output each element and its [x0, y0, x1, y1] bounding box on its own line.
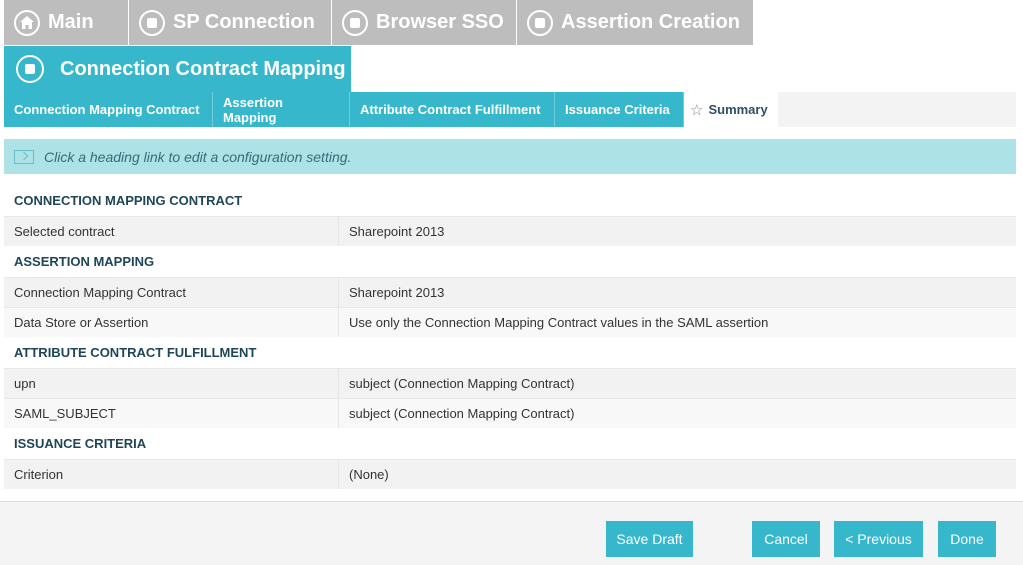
tab-strip-background — [778, 92, 1016, 127]
table-row: upn subject (Connection Mapping Contract… — [4, 368, 1016, 398]
circle-stop-icon — [527, 9, 553, 36]
tab-attribute-contract-fulfillment[interactable]: Attribute Contract Fulfillment — [350, 92, 555, 127]
tab-label: Issuance Criteria — [565, 102, 670, 117]
tab-assertion-mapping[interactable]: Assertion Mapping — [213, 92, 350, 127]
row-key: upn — [4, 369, 339, 398]
circle-stop-icon — [16, 55, 44, 83]
table-row: Data Store or Assertion Use only the Con… — [4, 307, 1016, 337]
row-value: Use only the Connection Mapping Contract… — [349, 315, 769, 330]
table-row: Criterion (None) — [4, 459, 1016, 489]
heading-connection-mapping-contract[interactable]: CONNECTION MAPPING CONTRACT — [4, 185, 1016, 216]
breadcrumb-label: Main — [48, 11, 94, 33]
row-key: Criterion — [4, 460, 339, 489]
tab-label: Attribute Contract Fulfillment — [360, 102, 541, 117]
tab-label: Summary — [708, 102, 768, 117]
table-row: Selected contract Sharepoint 2013 — [4, 216, 1016, 246]
info-banner: Click a heading link to edit a configura… — [4, 139, 1016, 174]
breadcrumb-browser-sso[interactable]: Browser SSO — [332, 0, 517, 45]
breadcrumb-label: Assertion Creation — [561, 11, 740, 33]
section-header: Connection Contract Mapping — [4, 46, 351, 92]
breadcrumb: Main SP Connection Browser SSO Assertion… — [4, 0, 754, 45]
tab-label: Assertion Mapping — [223, 94, 283, 125]
breadcrumb-sp-connection[interactable]: SP Connection — [129, 0, 332, 45]
tab-label: Connection Mapping Contract — [14, 102, 200, 117]
cancel-button[interactable]: Cancel — [752, 521, 820, 557]
table-row: SAML_SUBJECT subject (Connection Mapping… — [4, 398, 1016, 428]
row-key: Data Store or Assertion — [4, 308, 339, 337]
row-key: Connection Mapping Contract — [4, 278, 339, 307]
row-value: subject (Connection Mapping Contract) — [349, 406, 575, 421]
breadcrumb-label: Browser SSO — [376, 11, 504, 33]
done-button[interactable]: Done — [938, 521, 996, 557]
summary-table: CONNECTION MAPPING CONTRACT Selected con… — [4, 185, 1016, 489]
wizard-tabs: Connection Mapping Contract Assertion Ma… — [4, 92, 778, 127]
breadcrumb-label: SP Connection — [173, 11, 315, 33]
tab-issuance-criteria[interactable]: Issuance Criteria — [555, 92, 684, 127]
heading-assertion-mapping[interactable]: ASSERTION MAPPING — [4, 246, 1016, 277]
tab-summary[interactable]: ☆ Summary — [684, 92, 778, 127]
circle-stop-icon — [342, 9, 368, 36]
section-title: Connection Contract Mapping — [60, 57, 346, 80]
row-key: Selected contract — [4, 217, 339, 246]
home-icon — [14, 9, 40, 36]
row-value: subject (Connection Mapping Contract) — [349, 376, 575, 391]
row-value: Sharepoint 2013 — [349, 224, 445, 239]
row-value: Sharepoint 2013 — [349, 285, 445, 300]
heading-attribute-contract-fulfillment[interactable]: ATTRIBUTE CONTRACT FULFILLMENT — [4, 337, 1016, 368]
breadcrumb-main[interactable]: Main — [4, 0, 129, 45]
star-icon: ☆ — [690, 101, 704, 119]
table-row: Connection Mapping Contract Sharepoint 2… — [4, 277, 1016, 307]
previous-button[interactable]: < Previous — [834, 521, 923, 557]
heading-issuance-criteria[interactable]: ISSUANCE CRITERIA — [4, 428, 1016, 459]
tab-connection-mapping-contract[interactable]: Connection Mapping Contract — [4, 92, 213, 127]
row-value: (None) — [349, 467, 389, 482]
edit-link-icon — [14, 149, 34, 164]
breadcrumb-assertion-creation[interactable]: Assertion Creation — [517, 0, 754, 45]
row-key: SAML_SUBJECT — [4, 399, 339, 428]
save-draft-button[interactable]: Save Draft — [606, 521, 693, 557]
info-text: Click a heading link to edit a configura… — [44, 148, 352, 165]
circle-stop-icon — [139, 9, 165, 36]
